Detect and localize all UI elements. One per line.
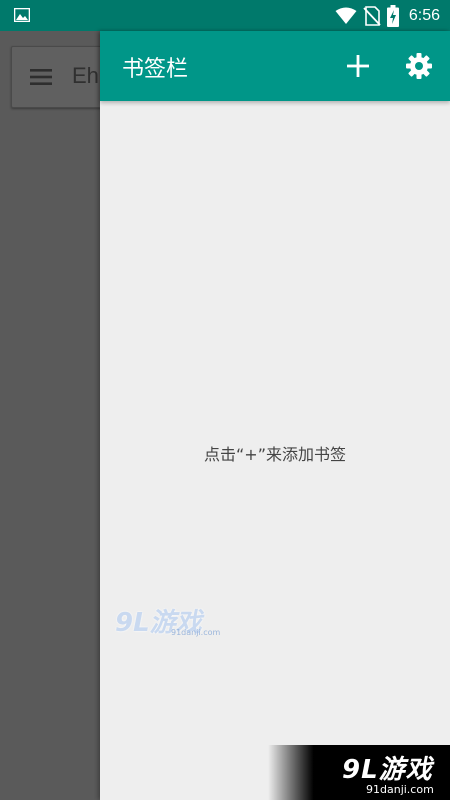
screen: 6:56 Eh 书签栏 点击“+”来添加书签 9L游戏 91danji.com …: [0, 0, 450, 800]
gear-icon[interactable]: [404, 51, 434, 81]
bookmark-drawer: 书签栏 点击“+”来添加书签: [100, 31, 450, 800]
watermark-logo-corner: 9L游戏 91danji.com: [268, 745, 450, 800]
watermark-corner-url: 91danji.com: [366, 783, 434, 796]
drawer-title: 书签栏: [122, 57, 189, 82]
status-icons: 6:56: [335, 0, 440, 31]
background-app-title: Eh: [72, 63, 99, 88]
wifi-icon: [335, 7, 357, 24]
plus-icon[interactable]: [343, 51, 373, 81]
empty-bookmarks-hint: 点击“+”来添加书签: [204, 445, 346, 464]
watermark-corner-text: 9L游戏: [342, 755, 433, 785]
drawer-header: 书签栏: [100, 31, 450, 101]
status-time: 6:56: [408, 6, 440, 24]
no-sim-icon: [363, 5, 381, 26]
status-bar: 6:56: [0, 0, 450, 31]
watermark-logo-mid: 9L游戏 91danji.com: [115, 602, 220, 642]
watermark-mid-url: 91danji.com: [171, 628, 221, 637]
menu-icon: [30, 69, 52, 85]
gallery-icon: [14, 8, 30, 22]
battery-charging-icon: [386, 4, 399, 27]
